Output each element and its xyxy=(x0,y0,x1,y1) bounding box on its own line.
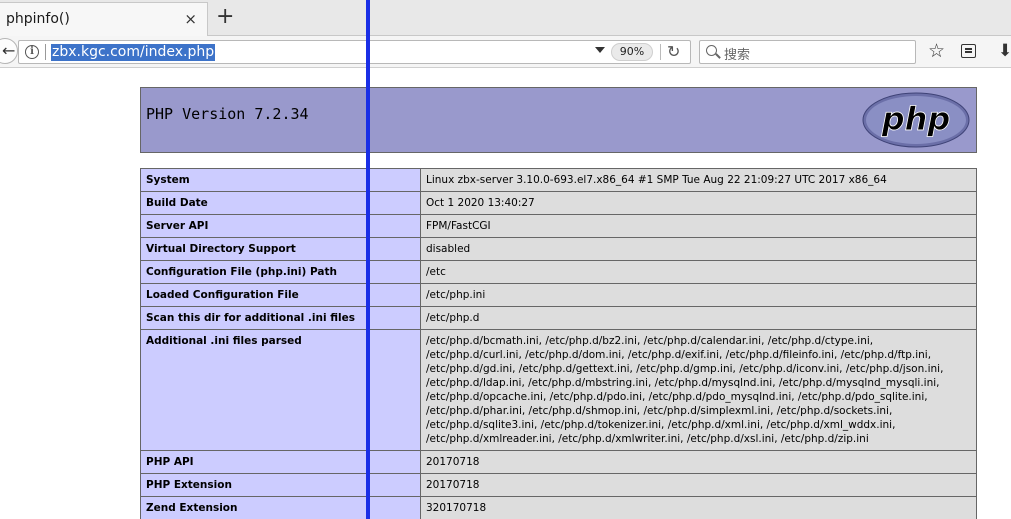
php-logo-text: php xyxy=(881,100,951,138)
row-value: disabled xyxy=(420,237,977,261)
row-value: FPM/FastCGI xyxy=(420,214,977,238)
close-icon[interactable]: × xyxy=(184,11,197,27)
back-button[interactable]: ← xyxy=(0,38,18,64)
row-value: /etc/php.d xyxy=(420,306,977,330)
reader-view-icon[interactable] xyxy=(961,44,976,58)
new-tab-button[interactable]: + xyxy=(216,6,234,28)
row-key: PHP Extension xyxy=(140,473,421,497)
dropdown-icon[interactable] xyxy=(595,47,605,53)
row-value: 20170718 xyxy=(420,450,977,474)
row-key: Server API xyxy=(140,214,421,238)
bookmark-star-icon[interactable]: ☆ xyxy=(928,40,945,62)
row-key: Scan this dir for additional .ini files xyxy=(140,306,421,330)
table-row: PHP API 20170718 xyxy=(140,450,977,474)
row-key: Zend Extension xyxy=(140,496,421,519)
table-row: Scan this dir for additional .ini files /… xyxy=(140,306,977,330)
row-value: Linux zbx-server 3.10.0-693.el7.x86_64 #… xyxy=(420,168,977,192)
back-arrow-icon: ← xyxy=(2,41,16,60)
zoom-level-badge[interactable]: 90% xyxy=(611,43,653,61)
table-row: Loaded Configuration File/etc/php.ini xyxy=(140,283,977,307)
table-row: Build Date Oct 1 2020 13:40:27 xyxy=(140,191,977,215)
row-key: Build Date xyxy=(140,191,421,215)
tab-strip: phpinfo() × + xyxy=(0,0,1011,36)
row-value: /etc/php.d/bcmath.ini, /etc/php.d/bz2.in… xyxy=(420,329,977,451)
table-row: PHP Extension 20170718 xyxy=(140,473,977,497)
tab-phpinfo[interactable]: phpinfo() × xyxy=(0,2,208,36)
search-input[interactable]: 搜索 xyxy=(724,44,750,63)
row-value: /etc/php.ini xyxy=(420,283,977,307)
url-input[interactable]: zbx.kgc.com/index.php xyxy=(51,44,216,61)
url-separator xyxy=(660,44,661,60)
navigation-bar: ← i zbx.kgc.com/index.php 90% ↻ 搜索 ☆ ⬇ xyxy=(0,36,1011,68)
row-value: 320170718 xyxy=(420,496,977,519)
row-key: PHP API xyxy=(140,450,421,474)
table-row: Additional .ini files parsed/etc/php.d/b… xyxy=(140,329,977,451)
row-key: Configuration File (php.ini) Path xyxy=(140,260,421,284)
search-bar[interactable]: 搜索 xyxy=(699,40,916,64)
reload-icon[interactable]: ↻ xyxy=(667,42,680,61)
page-content: PHP Version 7.2.34 php System Linux zbx-s… xyxy=(0,69,1011,519)
url-bar[interactable]: i zbx.kgc.com/index.php 90% ↻ xyxy=(18,40,691,64)
search-icon xyxy=(706,45,717,56)
row-key: Additional .ini files parsed xyxy=(140,329,421,451)
row-key: System xyxy=(140,168,421,192)
row-value: /etc xyxy=(420,260,977,284)
row-key: Virtual Directory Support xyxy=(140,237,421,261)
table-row: Server API FPM/FastCGI xyxy=(140,214,977,238)
row-value: Oct 1 2020 13:40:27 xyxy=(420,191,977,215)
php-info-header: PHP Version 7.2.34 php xyxy=(140,87,977,153)
tab-title: phpinfo() xyxy=(6,11,70,27)
url-separator xyxy=(45,44,46,60)
php-logo: php xyxy=(862,92,970,148)
table-row: Virtual Directory Support disabled xyxy=(140,237,977,261)
row-key: Loaded Configuration File xyxy=(140,283,421,307)
table-row: System Linux zbx-server 3.10.0-693.el7.x8… xyxy=(140,168,977,192)
row-value: 20170718 xyxy=(420,473,977,497)
table-row: Zend Extension 320170718 xyxy=(140,496,977,519)
download-icon[interactable]: ⬇ xyxy=(998,41,1011,61)
info-icon[interactable]: i xyxy=(25,45,39,59)
page-title: PHP Version 7.2.34 xyxy=(146,105,309,123)
table-row: Configuration File (php.ini) Path/etc xyxy=(140,260,977,284)
php-info-table: System Linux zbx-server 3.10.0-693.el7.x8… xyxy=(140,168,977,519)
vertical-overlay-line xyxy=(366,0,370,519)
